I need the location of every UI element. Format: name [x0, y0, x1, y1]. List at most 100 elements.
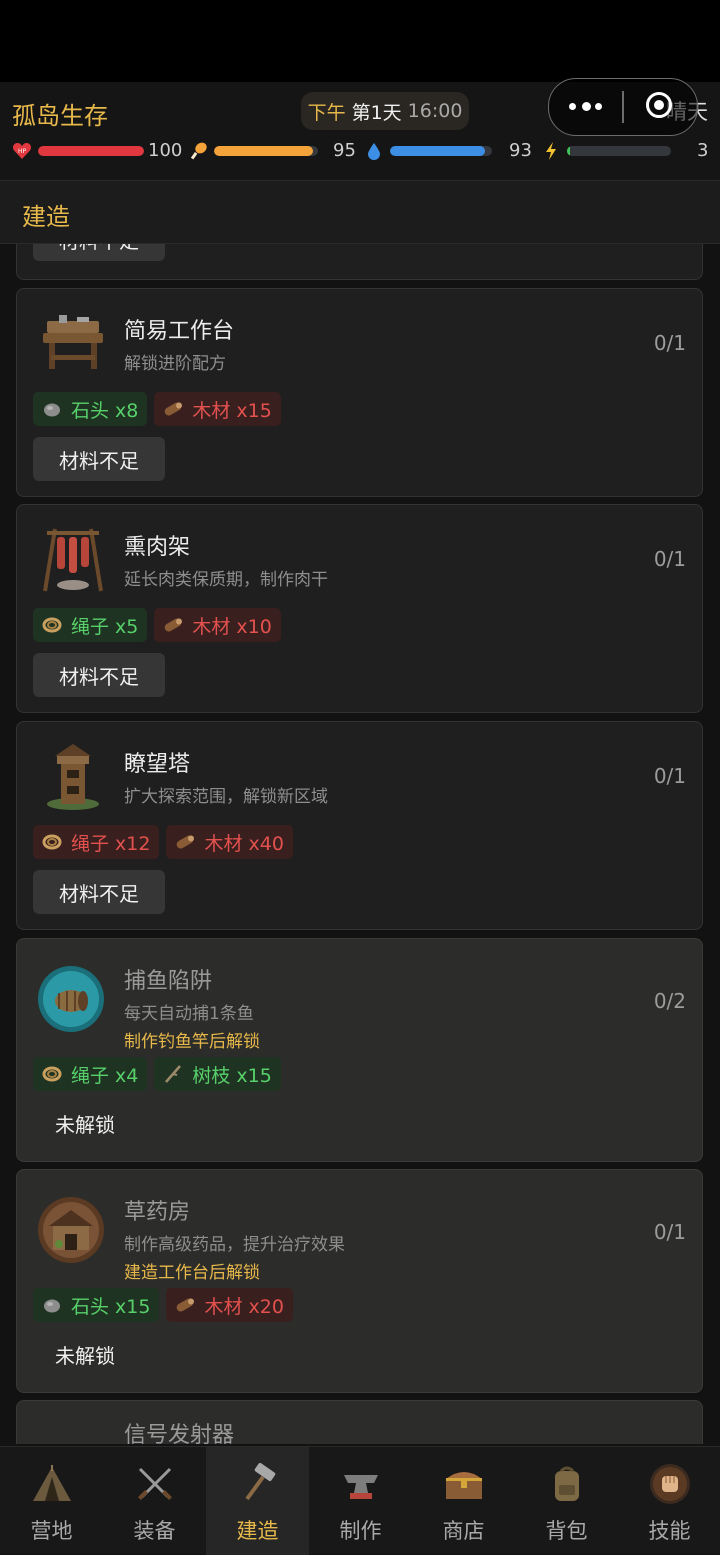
tab-label: 背包 — [545, 1519, 588, 1543]
hunger-bar — [214, 146, 318, 156]
tab-label: 装备 — [133, 1519, 176, 1543]
build-name: 简易工作台 — [124, 319, 235, 344]
health-value: 100 — [148, 140, 183, 161]
energy-bar — [567, 146, 671, 156]
build-desc: 延长肉类保质期，制作肉干 — [124, 570, 328, 590]
tab-label: 商店 — [442, 1519, 485, 1543]
build-count: 0/1 — [653, 331, 686, 355]
section-header: 建造 — [0, 180, 720, 244]
treasure-chest-icon — [446, 1472, 482, 1499]
build-desc: 制作高级药品，提升治疗效果 — [124, 1235, 345, 1255]
tab-camp[interactable]: 营地 — [0, 1447, 103, 1555]
build-button[interactable]: 材料不足 — [33, 870, 165, 914]
build-name: 瞭望塔 — [124, 752, 191, 777]
hammer-icon — [245, 1463, 276, 1501]
build-card-herb-house: 草药房 制作高级药品，提升治疗效果 建造工作台后解锁 0/1 石头 x15 木材… — [16, 1169, 703, 1393]
hunger-value: 95 — [333, 140, 356, 161]
material-label: 石头 x15 — [71, 1295, 151, 1318]
material-label: 绳子 x4 — [71, 1064, 139, 1087]
heart-hp-icon: HP — [12, 142, 32, 159]
build-button[interactable]: 材料不足 — [33, 653, 165, 697]
lightning-icon — [546, 142, 556, 160]
capsule-divider — [622, 91, 624, 123]
thirst-stat — [366, 138, 492, 164]
build-list[interactable]: 材料不足 简易工作台 解锁进阶配方 0/1 石头 x8 木材 x15 材料不足 — [0, 244, 720, 1444]
thirst-bar-fill — [390, 146, 485, 156]
wood-icon — [177, 1298, 195, 1312]
material-label: 绳子 x5 — [71, 615, 139, 638]
tab-label: 技能 — [648, 1519, 691, 1543]
material-list: 石头 x15 木材 x20 — [33, 1288, 293, 1322]
thirst-bar — [390, 146, 492, 156]
material-label: 树枝 x15 — [192, 1064, 272, 1087]
energy-bar-fill — [567, 146, 571, 156]
app-title: 孤岛生存 — [12, 102, 108, 130]
workbench-image — [43, 315, 103, 369]
wood-icon — [165, 402, 183, 416]
miniprogram-capsule — [548, 78, 698, 136]
material-list: 绳子 x4 树枝 x15 — [33, 1057, 281, 1091]
stone-icon — [44, 1299, 60, 1313]
locked-status: 未解锁 — [55, 1112, 115, 1137]
fist-icon — [650, 1464, 690, 1504]
tab-skills[interactable]: 技能 — [618, 1447, 720, 1555]
fish-trap-image — [38, 966, 104, 1032]
tab-build[interactable]: 建造 — [206, 1447, 309, 1555]
build-card-watchtower: 瞭望塔 扩大探索范围，解锁新区域 0/1 绳子 x12 木材 x40 材料不足 — [16, 721, 703, 930]
tab-shop[interactable]: 商店 — [412, 1447, 515, 1555]
wood-icon — [165, 618, 183, 632]
unlock-requirement: 建造工作台后解锁 — [124, 1263, 260, 1283]
build-card-fish-trap: 捕鱼陷阱 每天自动捕1条鱼 制作钓鱼竿后解锁 0/2 绳子 x4 树枝 x15 … — [16, 938, 703, 1162]
signal-transmitter-image — [37, 1429, 109, 1444]
build-card-partial: 材料不足 — [16, 244, 703, 280]
material-label: 木材 x20 — [204, 1295, 284, 1318]
hunger-stat — [190, 138, 318, 164]
build-count: 0/1 — [653, 1220, 686, 1244]
material-chip: 绳子 x4 — [33, 1057, 148, 1091]
build-card-smoking-rack: 熏肉架 延长肉类保质期，制作肉干 0/1 绳子 x5 木材 x10 材料不足 — [16, 504, 703, 713]
close-miniprogram-icon[interactable] — [646, 92, 672, 118]
stone-icon — [44, 403, 60, 417]
time-period: 下午 — [307, 101, 346, 124]
material-chip: 木材 x40 — [166, 825, 293, 859]
build-button[interactable]: 材料不足 — [33, 244, 165, 261]
tab-backpack[interactable]: 背包 — [515, 1447, 618, 1555]
drumstick-icon — [190, 142, 207, 160]
material-label: 石头 x8 — [71, 399, 139, 422]
rope-icon — [42, 617, 62, 633]
tab-label: 建造 — [236, 1519, 279, 1543]
material-label: 绳子 x12 — [71, 832, 151, 855]
crossed-swords-icon — [138, 1467, 172, 1500]
material-label: 木材 x40 — [204, 832, 284, 855]
clock-time: 16:00 — [407, 100, 463, 122]
material-chip: 石头 x15 — [33, 1288, 160, 1322]
tab-equipment[interactable]: 装备 — [103, 1447, 206, 1555]
tent-icon — [33, 1465, 71, 1501]
tab-craft[interactable]: 制作 — [309, 1447, 412, 1555]
build-desc: 解锁进阶配方 — [124, 354, 226, 374]
unlock-requirement: 制作钓鱼竿后解锁 — [124, 1032, 260, 1052]
tab-label: 制作 — [339, 1519, 382, 1543]
material-list: 石头 x8 木材 x15 — [33, 392, 281, 426]
more-options-icon[interactable] — [569, 95, 603, 117]
material-label: 木材 x10 — [192, 615, 272, 638]
player-stats: HP 100 95 93 3 — [0, 138, 720, 164]
build-card-signal-transmitter: 信号发射器 — [16, 1400, 703, 1444]
build-name: 信号发射器 — [124, 1423, 235, 1444]
build-name: 草药房 — [124, 1200, 191, 1225]
branch-icon — [165, 1065, 182, 1083]
build-count: 0/1 — [653, 547, 686, 571]
anvil-icon — [344, 1475, 378, 1499]
material-chip: 木材 x20 — [166, 1288, 293, 1322]
energy-stat — [543, 138, 671, 164]
material-chip: 树枝 x15 — [154, 1057, 281, 1091]
water-drop-icon — [368, 143, 380, 160]
build-name: 熏肉架 — [124, 535, 191, 560]
thirst-value: 93 — [509, 140, 532, 161]
rope-icon — [42, 834, 62, 850]
smoking-rack-image — [43, 528, 103, 592]
material-chip: 木材 x15 — [154, 392, 281, 426]
build-button[interactable]: 材料不足 — [33, 437, 165, 481]
energy-value: 3 — [697, 140, 709, 161]
health-bar — [38, 146, 144, 156]
